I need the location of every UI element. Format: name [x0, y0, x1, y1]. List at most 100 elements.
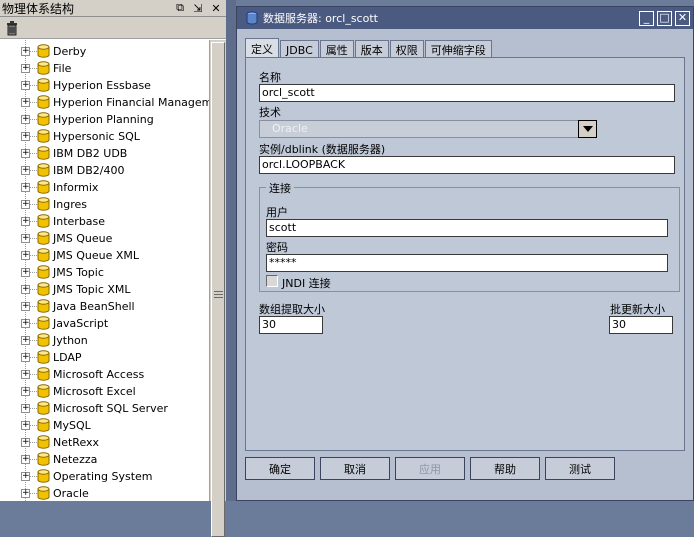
- tree-item-label: Operating System: [53, 470, 153, 483]
- expand-icon[interactable]: +: [21, 472, 30, 481]
- tree-item[interactable]: + Hyperion Financial Management: [0, 94, 209, 111]
- cancel-button[interactable]: 取消: [320, 457, 390, 480]
- expand-icon[interactable]: +: [21, 404, 30, 413]
- tree-item[interactable]: + Microsoft SQL Server: [0, 400, 209, 417]
- expand-icon[interactable]: +: [21, 115, 30, 124]
- tree-item[interactable]: + Hypersonic SQL: [0, 128, 209, 145]
- expand-icon[interactable]: +: [21, 268, 30, 277]
- expand-icon[interactable]: +: [21, 183, 30, 192]
- tree-item[interactable]: + Derby: [0, 43, 209, 60]
- database-icon: [37, 146, 50, 160]
- tree-item-label: Hyperion Financial Management: [53, 96, 209, 109]
- tree-item[interactable]: + Hyperion Essbase: [0, 77, 209, 94]
- maximize-button[interactable]: □: [657, 10, 672, 26]
- batch-update-field[interactable]: 30: [609, 316, 673, 334]
- tree-item[interactable]: + Ingres: [0, 196, 209, 213]
- chevron-down-icon[interactable]: [578, 120, 597, 138]
- apply-button[interactable]: 应用: [395, 457, 465, 480]
- tree-item[interactable]: + IBM DB2/400: [0, 162, 209, 179]
- tree-item[interactable]: + LDAP: [0, 349, 209, 366]
- tree-connector: [30, 85, 37, 86]
- tree-item[interactable]: + File: [0, 60, 209, 77]
- user-field[interactable]: scott: [266, 219, 668, 237]
- database-icon: [37, 95, 50, 109]
- expand-icon[interactable]: +: [21, 166, 30, 175]
- tree-item[interactable]: + Microsoft Access: [0, 366, 209, 383]
- jndi-checkbox[interactable]: [266, 275, 278, 287]
- technology-tree[interactable]: + Derby + File + Hyperion Essbase + Hyperion Fi…: [0, 40, 209, 501]
- database-icon: [37, 197, 50, 211]
- tree-scrollbar[interactable]: [209, 40, 226, 537]
- expand-icon[interactable]: +: [21, 455, 30, 464]
- database-icon: [37, 350, 50, 364]
- expand-icon[interactable]: +: [21, 217, 30, 226]
- tree-item[interactable]: + Java BeanShell: [0, 298, 209, 315]
- tree-item-label: Hyperion Essbase: [53, 79, 151, 92]
- expand-icon[interactable]: +: [21, 421, 30, 430]
- tree-item-label: File: [53, 62, 72, 75]
- expand-icon[interactable]: +: [21, 149, 30, 158]
- tree-item[interactable]: + JavaScript: [0, 315, 209, 332]
- tree-item-label: JavaScript: [53, 317, 109, 330]
- tree-item[interactable]: + Informix: [0, 179, 209, 196]
- password-field[interactable]: *****: [266, 254, 668, 272]
- tree-item[interactable]: + JMS Topic XML: [0, 281, 209, 298]
- expand-icon[interactable]: +: [21, 200, 30, 209]
- database-icon: [37, 401, 50, 415]
- expand-icon[interactable]: +: [21, 132, 30, 141]
- tree-item[interactable]: + Jython: [0, 332, 209, 349]
- tree-connector: [30, 408, 37, 409]
- user-label: 用户: [266, 206, 288, 219]
- expand-icon[interactable]: +: [21, 336, 30, 345]
- expand-icon[interactable]: +: [21, 302, 30, 311]
- expand-icon[interactable]: +: [21, 47, 30, 56]
- expand-icon[interactable]: +: [21, 64, 30, 73]
- expand-icon[interactable]: +: [21, 387, 30, 396]
- expand-icon[interactable]: +: [21, 251, 30, 260]
- expand-icon[interactable]: +: [21, 319, 30, 328]
- expand-icon[interactable]: +: [21, 438, 30, 447]
- close-button[interactable]: ✕: [675, 10, 690, 26]
- tree-item[interactable]: + JMS Queue XML: [0, 247, 209, 264]
- database-icon: [37, 78, 50, 92]
- tree-item[interactable]: + IBM DB2 UDB: [0, 145, 209, 162]
- tree-item-label: JMS Queue XML: [53, 249, 140, 262]
- instance-field[interactable]: orcl.LOOPBACK: [259, 156, 675, 174]
- name-field[interactable]: orcl_scott: [259, 84, 675, 102]
- tree-item[interactable]: + Operating System: [0, 468, 209, 485]
- database-icon: [37, 180, 50, 194]
- tab-definition[interactable]: 定义: [245, 38, 279, 59]
- ok-button[interactable]: 确定: [245, 457, 315, 480]
- dialog-titlebar[interactable]: 数据服务器: orcl_scott _ □ ✕: [237, 7, 693, 29]
- float-pane-button[interactable]: ⧉: [172, 1, 188, 16]
- expand-icon[interactable]: +: [21, 353, 30, 362]
- close-pane-button[interactable]: ✕: [208, 1, 224, 16]
- tree-scrollbar-thumb[interactable]: [211, 42, 225, 537]
- tree-item[interactable]: + NetRexx: [0, 434, 209, 451]
- expand-icon[interactable]: +: [21, 98, 30, 107]
- tree-item-label: Hyperion Planning: [53, 113, 154, 126]
- tree-connector: [30, 374, 37, 375]
- tree-item[interactable]: + Hyperion Planning: [0, 111, 209, 128]
- expand-icon[interactable]: +: [21, 81, 30, 90]
- tree-item[interactable]: + JMS Topic: [0, 264, 209, 281]
- expand-icon[interactable]: +: [21, 489, 30, 498]
- trash-icon[interactable]: [4, 20, 20, 36]
- tree-item[interactable]: + Interbase: [0, 213, 209, 230]
- expand-icon[interactable]: +: [21, 234, 30, 243]
- password-label: 密码: [266, 241, 288, 254]
- tree-item[interactable]: + Microsoft Excel: [0, 383, 209, 400]
- expand-icon[interactable]: +: [21, 285, 30, 294]
- database-icon: [37, 418, 50, 432]
- help-button[interactable]: 帮助: [470, 457, 540, 480]
- tree-item[interactable]: + MySQL: [0, 417, 209, 434]
- tree-item[interactable]: + Netezza: [0, 451, 209, 468]
- tree-item[interactable]: + JMS Queue: [0, 230, 209, 247]
- technology-select[interactable]: Oracle: [259, 120, 597, 138]
- test-button[interactable]: 测试: [545, 457, 615, 480]
- tree-item[interactable]: + Oracle: [0, 485, 209, 501]
- array-fetch-field[interactable]: 30: [259, 316, 323, 334]
- minimize-button[interactable]: _: [639, 10, 654, 26]
- expand-icon[interactable]: +: [21, 370, 30, 379]
- pin-pane-button[interactable]: ⇲: [190, 1, 206, 16]
